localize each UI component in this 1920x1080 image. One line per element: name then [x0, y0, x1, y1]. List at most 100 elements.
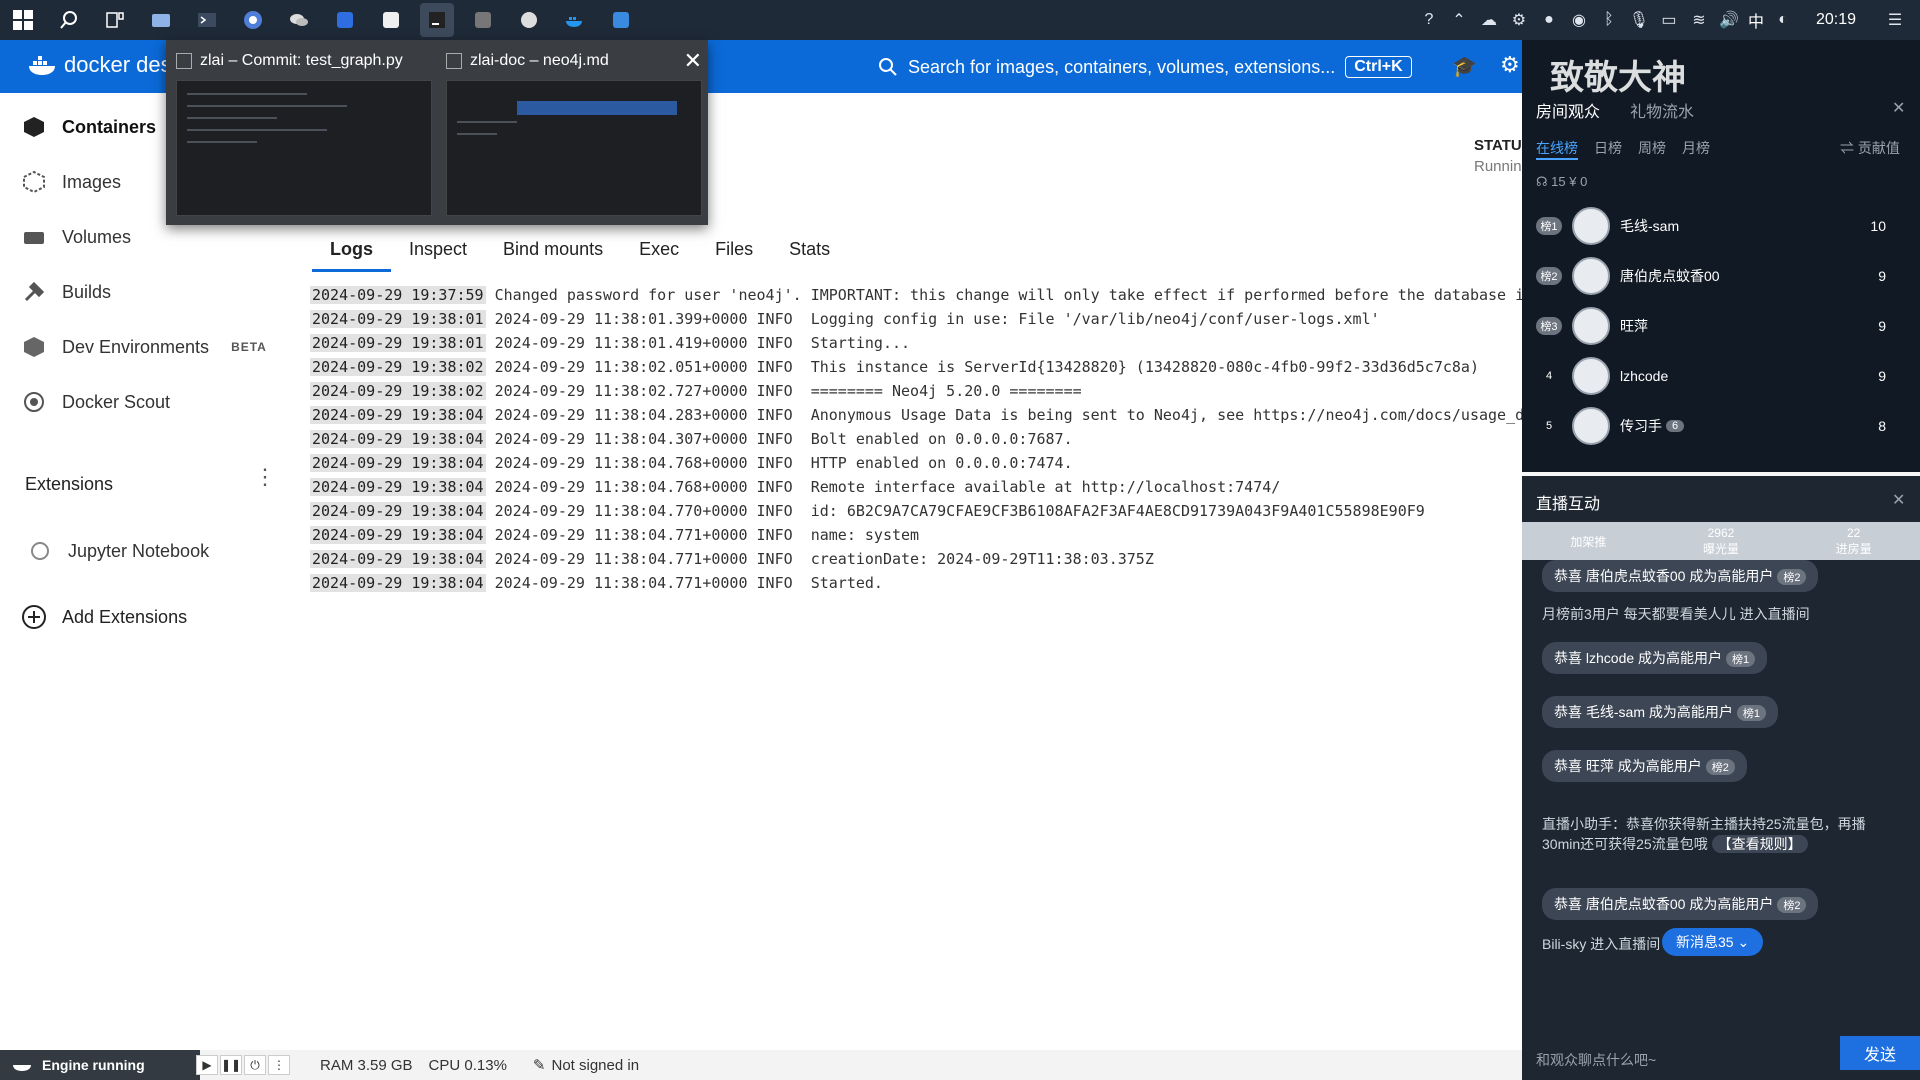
- settings-icon[interactable]: ⚙: [1500, 52, 1520, 78]
- terminal-icon[interactable]: [190, 3, 224, 37]
- extension-item-label: Jupyter Notebook: [68, 540, 210, 561]
- list-item[interactable]: 5 传习手 6 8: [1536, 404, 1916, 448]
- wifi-icon[interactable]: ≋: [1688, 9, 1710, 31]
- audience-score: 9: [1878, 268, 1886, 284]
- log-message: 2024-09-29 11:38:04.771+0000 INFO Starte…: [494, 574, 883, 592]
- sidebar-item-docker-scout[interactable]: Docker Scout: [20, 388, 170, 416]
- bluetooth-icon[interactable]: ᛒ: [1598, 9, 1620, 31]
- log-timestamp: 2024-09-29 19:38:01: [310, 334, 486, 352]
- list-item[interactable]: 榜1 毛线-sam 10: [1536, 204, 1916, 248]
- pycharm-icon: [176, 53, 192, 69]
- mic-icon[interactable]: 🎙: [1628, 9, 1650, 31]
- sidebar-item-dev-environments[interactable]: Dev Environments BETA: [20, 333, 267, 361]
- app-icon[interactable]: [604, 3, 638, 37]
- log-timestamp: 2024-09-29 19:37:59: [310, 286, 486, 304]
- tab-room-audience[interactable]: 房间观众: [1536, 98, 1600, 122]
- preview-window-2[interactable]: zlai-doc – neo4j.md ✕: [440, 40, 708, 225]
- chat-message-text: 恭喜 lzhcode 成为高能用户: [1554, 650, 1723, 666]
- chat-input[interactable]: 和观众聊点什么吧~: [1536, 1050, 1656, 1070]
- audience-name: 毛线-sam: [1620, 218, 1680, 234]
- tab-gift-flow[interactable]: 礼物流水: [1630, 98, 1694, 122]
- close-icon[interactable]: ✕: [684, 48, 702, 74]
- gear-icon[interactable]: ⚙: [1508, 9, 1530, 31]
- avatar: [1572, 407, 1610, 445]
- docker-whale-icon: [29, 56, 55, 75]
- volume-icon[interactable]: 🔊: [1718, 9, 1740, 31]
- add-extensions-button[interactable]: Add Extensions: [20, 603, 187, 631]
- log-message: 2024-09-29 11:38:04.283+0000 INFO Anonym…: [494, 406, 1522, 424]
- list-item[interactable]: 4 lzhcode 9: [1536, 354, 1916, 398]
- close-icon[interactable]: ✕: [1892, 98, 1905, 118]
- app-icon[interactable]: [512, 3, 546, 37]
- notification-icon[interactable]: ☰: [1884, 9, 1906, 31]
- container-tabs: Logs Inspect Bind mounts Exec Files Stat…: [312, 236, 848, 272]
- log-timestamp: 2024-09-29 19:38:04: [310, 526, 486, 544]
- tab-stats[interactable]: Stats: [771, 236, 848, 272]
- extension-item-jupyter[interactable]: Jupyter Notebook: [26, 537, 209, 565]
- cpu-usage: CPU 0.13%: [428, 1056, 507, 1074]
- extensions-menu-icon[interactable]: ⋮: [254, 466, 276, 488]
- wechat-icon[interactable]: [282, 3, 316, 37]
- ime-indicator[interactable]: 中: [1748, 8, 1764, 32]
- tab-logs[interactable]: Logs: [312, 236, 391, 272]
- windows-icon[interactable]: [6, 3, 40, 37]
- explorer-icon[interactable]: [144, 3, 178, 37]
- more-icon[interactable]: ⋮: [268, 1055, 290, 1075]
- chevron-up-icon[interactable]: ⌃: [1448, 9, 1470, 31]
- app-icon[interactable]: [328, 3, 362, 37]
- avatar: [1572, 257, 1610, 295]
- battery-icon[interactable]: ▭: [1658, 9, 1680, 31]
- wechat-icon[interactable]: ◉: [1568, 9, 1590, 31]
- view-rules-link[interactable]: 【查看规则】: [1711, 835, 1808, 853]
- clock[interactable]: 20:19: [1816, 11, 1856, 29]
- app-icon[interactable]: ◐: [1772, 9, 1794, 31]
- help-icon[interactable]: ?: [1418, 9, 1440, 31]
- extensions-heading: Extensions: [25, 474, 114, 494]
- contribution-label: 贡献值: [1857, 140, 1900, 156]
- tab-exec[interactable]: Exec: [621, 236, 697, 272]
- list-item[interactable]: 榜2 唐伯虎点蚊香00 9: [1536, 254, 1916, 298]
- app-icon[interactable]: [466, 3, 500, 37]
- pause-icon[interactable]: ❚❚: [220, 1055, 242, 1075]
- send-button[interactable]: 发送: [1840, 1036, 1920, 1070]
- rank-badge: 4: [1545, 370, 1553, 382]
- tab-weekly-rank[interactable]: 周榜: [1638, 138, 1666, 160]
- global-search[interactable]: Search for images, containers, volumes, …: [878, 52, 1412, 82]
- log-message: 2024-09-29 11:38:02.727+0000 INFO ======…: [494, 382, 1082, 400]
- contribution-sort[interactable]: ⇌ 贡献值: [1840, 138, 1900, 158]
- tab-daily-rank[interactable]: 日榜: [1594, 138, 1622, 160]
- chat-message: 月榜前3用户 每天都要看美人儿 进入直播间: [1542, 606, 1810, 622]
- search-icon[interactable]: [52, 3, 86, 37]
- sidebar-item-builds[interactable]: Builds: [20, 278, 111, 306]
- new-messages-button[interactable]: 新消息35 ⌄: [1662, 928, 1764, 956]
- chrome-icon[interactable]: [236, 3, 270, 37]
- sidebar-item-volumes[interactable]: Volumes: [20, 223, 131, 251]
- app-icon[interactable]: [374, 3, 408, 37]
- app-icon[interactable]: ●: [1538, 9, 1560, 31]
- taskbar-preview: zlai – Commit: test_graph.py zlai-doc – …: [166, 40, 708, 225]
- play-icon[interactable]: ▶: [196, 1055, 218, 1075]
- audience-score: 9: [1878, 318, 1886, 334]
- docker-icon[interactable]: [558, 3, 592, 37]
- list-item[interactable]: 榜3 旺萍 9: [1536, 304, 1916, 348]
- log-output[interactable]: 2024-09-29 19:37:59 Changed password for…: [310, 283, 1522, 595]
- tab-online-rank[interactable]: 在线榜: [1536, 138, 1578, 160]
- learning-center-icon[interactable]: 🎓: [1452, 54, 1477, 79]
- engine-status: Engine running: [0, 1050, 200, 1080]
- log-message: 2024-09-29 11:38:02.051+0000 INFO This i…: [494, 358, 1479, 376]
- tab-monthly-rank[interactable]: 月榜: [1682, 138, 1710, 160]
- pycharm-icon[interactable]: [420, 3, 454, 37]
- cloud-icon[interactable]: ☁: [1478, 9, 1500, 31]
- power-icon[interactable]: ⏻: [244, 1055, 266, 1075]
- sidebar-item-containers[interactable]: Containers: [20, 113, 156, 141]
- sidebar-item-images[interactable]: Images: [20, 168, 121, 196]
- tab-inspect[interactable]: Inspect: [391, 236, 485, 272]
- tab-files[interactable]: Files: [697, 236, 771, 272]
- chat-message: 恭喜 毛线-sam 成为高能用户 榜1: [1542, 696, 1779, 728]
- signin-status[interactable]: Not signed in: [552, 1057, 640, 1074]
- close-icon[interactable]: ✕: [1892, 490, 1905, 510]
- taskview-icon[interactable]: [98, 3, 132, 37]
- tab-bind-mounts[interactable]: Bind mounts: [485, 236, 621, 272]
- sidebar-item-label: Images: [62, 171, 122, 192]
- preview-window-1[interactable]: zlai – Commit: test_graph.py: [170, 40, 438, 225]
